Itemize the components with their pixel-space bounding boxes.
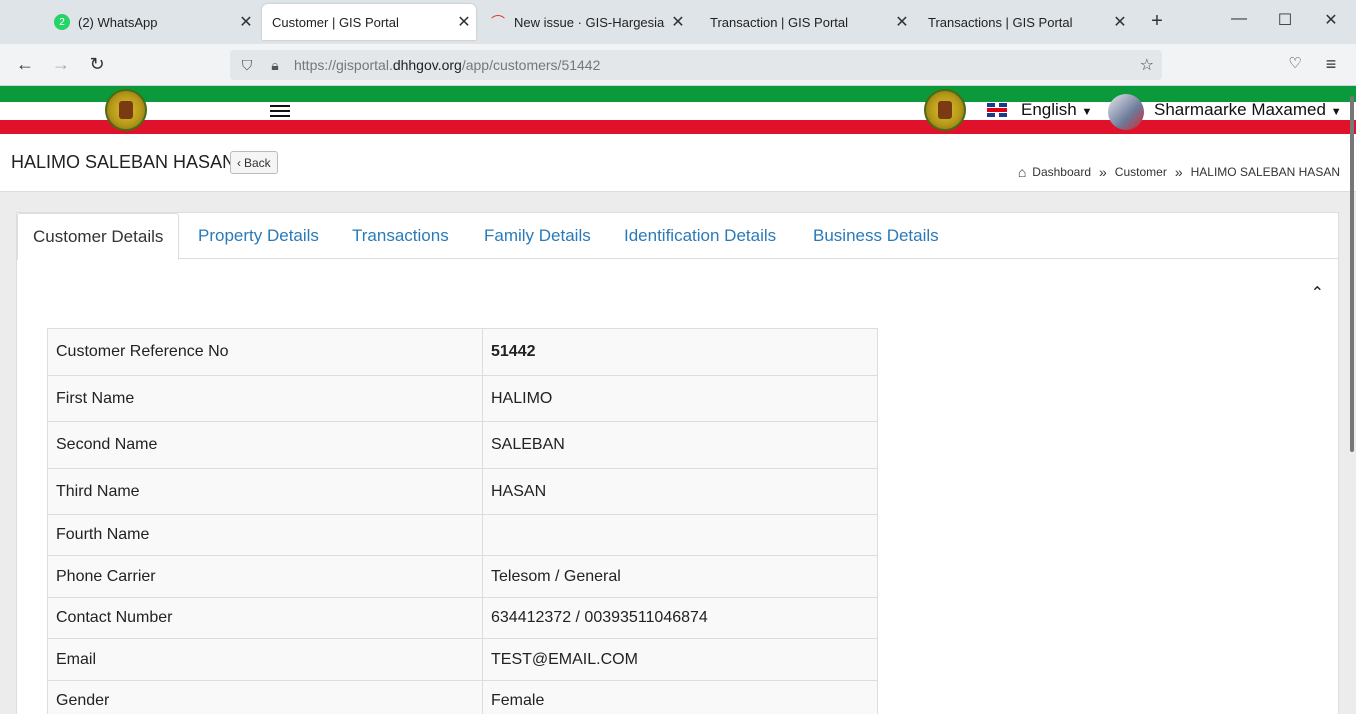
browser-tab-customer[interactable]: Customer | GIS Portal ✕ bbox=[262, 4, 476, 40]
field-label: Customer Reference No bbox=[47, 328, 483, 376]
table-row: Fourth Name bbox=[47, 514, 878, 556]
table-row: Email TEST@EMAIL.COM bbox=[47, 638, 878, 681]
page-header: HALIMO SALEBAN HASAN ‹ Back ⌂ Dashboard »… bbox=[0, 134, 1356, 192]
field-label: Third Name bbox=[47, 468, 483, 515]
table-row: Contact Number 634412372 / 0039351104687… bbox=[47, 597, 878, 639]
tab-family-details[interactable]: Family Details bbox=[484, 213, 591, 259]
breadcrumb-customer[interactable]: Customer bbox=[1115, 165, 1167, 179]
field-label: Second Name bbox=[47, 421, 483, 469]
browser-tab-transactions[interactable]: Transactions | GIS Portal ✕ bbox=[918, 4, 1132, 40]
forward-arrow-icon[interactable]: → bbox=[49, 54, 73, 75]
hamburger-menu-icon[interactable] bbox=[270, 105, 290, 119]
table-row: Second Name SALEBAN bbox=[47, 421, 878, 469]
field-value: Female bbox=[482, 680, 878, 714]
table-row: Customer Reference No 51442 bbox=[47, 328, 878, 376]
address-bar[interactable]: ⛉ 🔒︎ https://gisportal.dhhgov.org/app/cu… bbox=[230, 50, 1162, 80]
page-title: HALIMO SALEBAN HASAN bbox=[11, 152, 236, 172]
field-value bbox=[482, 514, 878, 556]
field-label: Fourth Name bbox=[47, 514, 483, 556]
close-icon[interactable]: ✕ bbox=[452, 12, 476, 32]
browser-tab-title: Customer | GIS Portal bbox=[272, 14, 399, 30]
back-arrow-icon[interactable]: ← bbox=[13, 54, 37, 75]
field-label: Email bbox=[47, 638, 483, 681]
bookmark-star-icon[interactable]: ☆ bbox=[1140, 55, 1154, 75]
browser-tab-title: (2) WhatsApp bbox=[78, 14, 158, 30]
browser-tab-title: Transactions | GIS Portal bbox=[928, 14, 1073, 30]
browser-tab-title: Transaction | GIS Portal bbox=[710, 14, 849, 30]
browser-tab-title: New issue · GIS-Hargesia · Tea bbox=[514, 14, 666, 30]
field-value: TEST@EMAIL.COM bbox=[482, 638, 878, 681]
window-close-icon[interactable]: ✕ bbox=[1308, 10, 1354, 30]
minimize-icon[interactable]: — bbox=[1216, 10, 1262, 28]
field-label: First Name bbox=[47, 375, 483, 422]
home-icon: ⌂ bbox=[1017, 164, 1027, 180]
table-row: Third Name HASAN bbox=[47, 468, 878, 515]
shield-icon: ⛉ bbox=[241, 56, 253, 73]
field-label: Phone Carrier bbox=[47, 555, 483, 598]
breadcrumb-separator: » bbox=[1099, 164, 1107, 180]
table-row: First Name HALIMO bbox=[47, 375, 878, 422]
language-dropdown[interactable]: English ▼ bbox=[1021, 100, 1092, 120]
table-row: Phone Carrier Telesom / General bbox=[47, 555, 878, 598]
breadcrumb: ⌂ Dashboard » Customer » HALIMO SALEBAN … bbox=[1018, 164, 1340, 180]
url-text: https://gisportal.dhhgov.org/app/custome… bbox=[294, 57, 601, 73]
maximize-icon[interactable]: ☐ bbox=[1262, 10, 1308, 30]
tab-business-details[interactable]: Business Details bbox=[813, 213, 939, 259]
browser-tab-new-issue[interactable]: ⌒ New issue · GIS-Hargesia · Tea ✕ bbox=[480, 4, 690, 40]
browser-tab-whatsapp[interactable]: 2 (2) WhatsApp ✕ bbox=[44, 4, 258, 40]
flag-stripe-green bbox=[0, 86, 1356, 102]
browser-tab-transaction[interactable]: Transaction | GIS Portal ✕ bbox=[700, 4, 914, 40]
caret-down-icon: ▼ bbox=[1081, 106, 1093, 118]
gitlab-icon: ⌒ bbox=[491, 14, 505, 30]
close-icon[interactable]: ✕ bbox=[234, 12, 258, 32]
close-icon[interactable]: ✕ bbox=[666, 12, 690, 32]
breadcrumb-separator: » bbox=[1174, 164, 1183, 180]
table-row: Gender Female bbox=[47, 680, 878, 714]
customer-details-table: Customer Reference No 51442 First Name H… bbox=[47, 328, 878, 714]
field-value: SALEBAN bbox=[482, 421, 878, 469]
avatar[interactable] bbox=[1108, 94, 1144, 130]
breadcrumb-dashboard[interactable]: Dashboard bbox=[1032, 165, 1091, 179]
tab-identification-details[interactable]: Identification Details bbox=[624, 213, 776, 259]
breadcrumb-current: HALIMO SALEBAN HASAN bbox=[1190, 165, 1340, 179]
lock-icon: 🔒︎ bbox=[271, 56, 279, 73]
new-tab-icon[interactable]: + bbox=[1146, 10, 1168, 33]
flag-stripe-white bbox=[0, 102, 1356, 120]
flag-stripe-red bbox=[0, 120, 1356, 134]
field-label: Contact Number bbox=[47, 597, 483, 639]
whatsapp-icon: 2 bbox=[54, 14, 70, 30]
field-value: Telesom / General bbox=[482, 555, 878, 598]
back-button[interactable]: ‹ Back bbox=[230, 151, 278, 174]
customer-panel: Customer Details Property Details Transa… bbox=[16, 212, 1339, 714]
uk-flag-icon bbox=[987, 103, 1007, 117]
page-scrollbar[interactable] bbox=[1350, 96, 1354, 452]
field-value: 51442 bbox=[482, 328, 878, 376]
pocket-icon[interactable]: ♡ bbox=[1283, 54, 1307, 72]
detail-tabs: Customer Details Property Details Transa… bbox=[17, 213, 1338, 260]
field-value: 634412372 / 00393511046874 bbox=[482, 597, 878, 639]
close-icon[interactable]: ✕ bbox=[1108, 12, 1132, 32]
emblem-icon bbox=[924, 89, 966, 131]
menu-icon[interactable]: ≡ bbox=[1319, 54, 1343, 75]
browser-nav-bar: ← → ↻ ⛉ 🔒︎ https://gisportal.dhhgov.org/… bbox=[0, 44, 1356, 86]
browser-tab-bar: 2 (2) WhatsApp ✕ Customer | GIS Portal ✕… bbox=[0, 0, 1356, 44]
reload-icon[interactable]: ↻ bbox=[85, 54, 109, 75]
tab-customer-details[interactable]: Customer Details bbox=[17, 213, 180, 260]
close-icon[interactable]: ✕ bbox=[890, 12, 914, 32]
field-label: Gender bbox=[47, 680, 483, 714]
tab-transactions[interactable]: Transactions bbox=[352, 213, 449, 259]
field-value: HALIMO bbox=[482, 375, 878, 422]
field-value: HASAN bbox=[482, 468, 878, 515]
tab-property-details[interactable]: Property Details bbox=[198, 213, 319, 259]
chevron-left-icon: ‹ bbox=[237, 155, 241, 170]
site-header: English ▼ Sharmaarke Maxamed ▼ bbox=[0, 86, 1356, 134]
user-menu[interactable]: Sharmaarke Maxamed ▼ bbox=[1154, 100, 1342, 120]
chevron-up-icon[interactable]: ⌃ bbox=[1311, 283, 1324, 303]
caret-down-icon: ▼ bbox=[1330, 106, 1342, 118]
logo-emblem-icon[interactable] bbox=[105, 89, 147, 131]
